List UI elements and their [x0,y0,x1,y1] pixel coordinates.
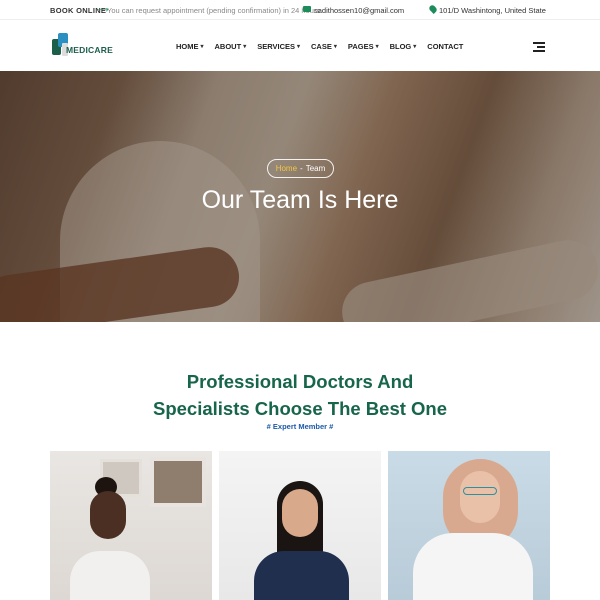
chevron-down-icon: ▾ [413,44,417,50]
coat-shape [413,533,533,600]
section-tagline: # Expert Member # [266,422,334,431]
wall-frame [150,457,206,507]
chevron-down-icon: ▾ [200,44,204,50]
coat-shape [70,551,150,600]
nav-item-services[interactable]: SERVICES ▾ [257,42,300,51]
chevron-down-icon: ▾ [375,44,379,50]
main-nav: HOME ▾ ABOUT ▾ SERVICES ▾ CASE ▾ PAGES ▾ BLOG… [176,42,474,51]
scrubs-shape [254,551,349,600]
team-member-card[interactable] [388,451,550,600]
site-logo[interactable]: MEDICARE [52,33,113,59]
nav-item-home[interactable]: HOME ▾ [176,42,204,51]
nav-label: CONTACT [427,42,464,51]
appointment-note: You can request appointment (pending con… [107,6,321,15]
section-heading-line: Professional Doctors And [186,371,414,392]
nav-item-case[interactable]: CASE ▾ [311,42,337,51]
nav-item-pages[interactable]: PAGES ▾ [348,42,379,51]
nav-label: SERVICES [257,42,295,51]
mail-icon [303,6,311,12]
team-member-card[interactable] [50,451,212,600]
nav-label: BLOG [389,42,412,51]
chevron-down-icon: ▾ [297,44,301,50]
section-heading: Professional Doctors And Specialists Cho… [0,368,600,422]
breadcrumb-current: Team [305,164,326,173]
address-text: 101/D Washintong, United State [439,6,546,15]
top-info-bar: BOOK ONLINE ⟶ You can request appointmen… [0,0,600,20]
nav-item-blog[interactable]: BLOG ▾ [390,42,417,51]
breadcrumb-home-link[interactable]: Home [276,164,297,173]
nav-label: HOME [176,42,199,51]
email-link[interactable]: sadithossen10@gmail.com [314,6,404,15]
site-header: MEDICARE HOME ▾ ABOUT ▾ SERVICES ▾ CASE ▾ PA… [0,21,600,71]
chevron-down-icon: ▾ [243,44,247,50]
nav-label: PAGES [347,42,374,51]
logo-text: MEDICARE [66,45,113,55]
face-shape [282,489,318,537]
hero-banner: Home - Team Our Team Is Here [0,71,600,322]
team-member-card[interactable] [219,451,381,600]
nav-item-about[interactable]: ABOUT ▾ [215,42,247,51]
map-pin-icon [428,4,438,14]
glasses-icon [463,487,497,495]
section-heading-line: Specialists Choose The Best One [152,398,448,419]
nav-label: ABOUT [214,42,242,51]
chevron-down-icon: ▾ [333,44,337,50]
breadcrumb: Home - Team [267,159,334,178]
breadcrumb-separator: - [300,164,303,173]
nav-label: CASE [311,42,332,51]
page-title: Our Team Is Here [201,186,399,214]
face-shape [90,491,126,539]
nav-item-contact[interactable]: CONTACT [427,42,463,51]
menu-icon[interactable] [533,42,545,52]
face-shape [460,471,500,523]
